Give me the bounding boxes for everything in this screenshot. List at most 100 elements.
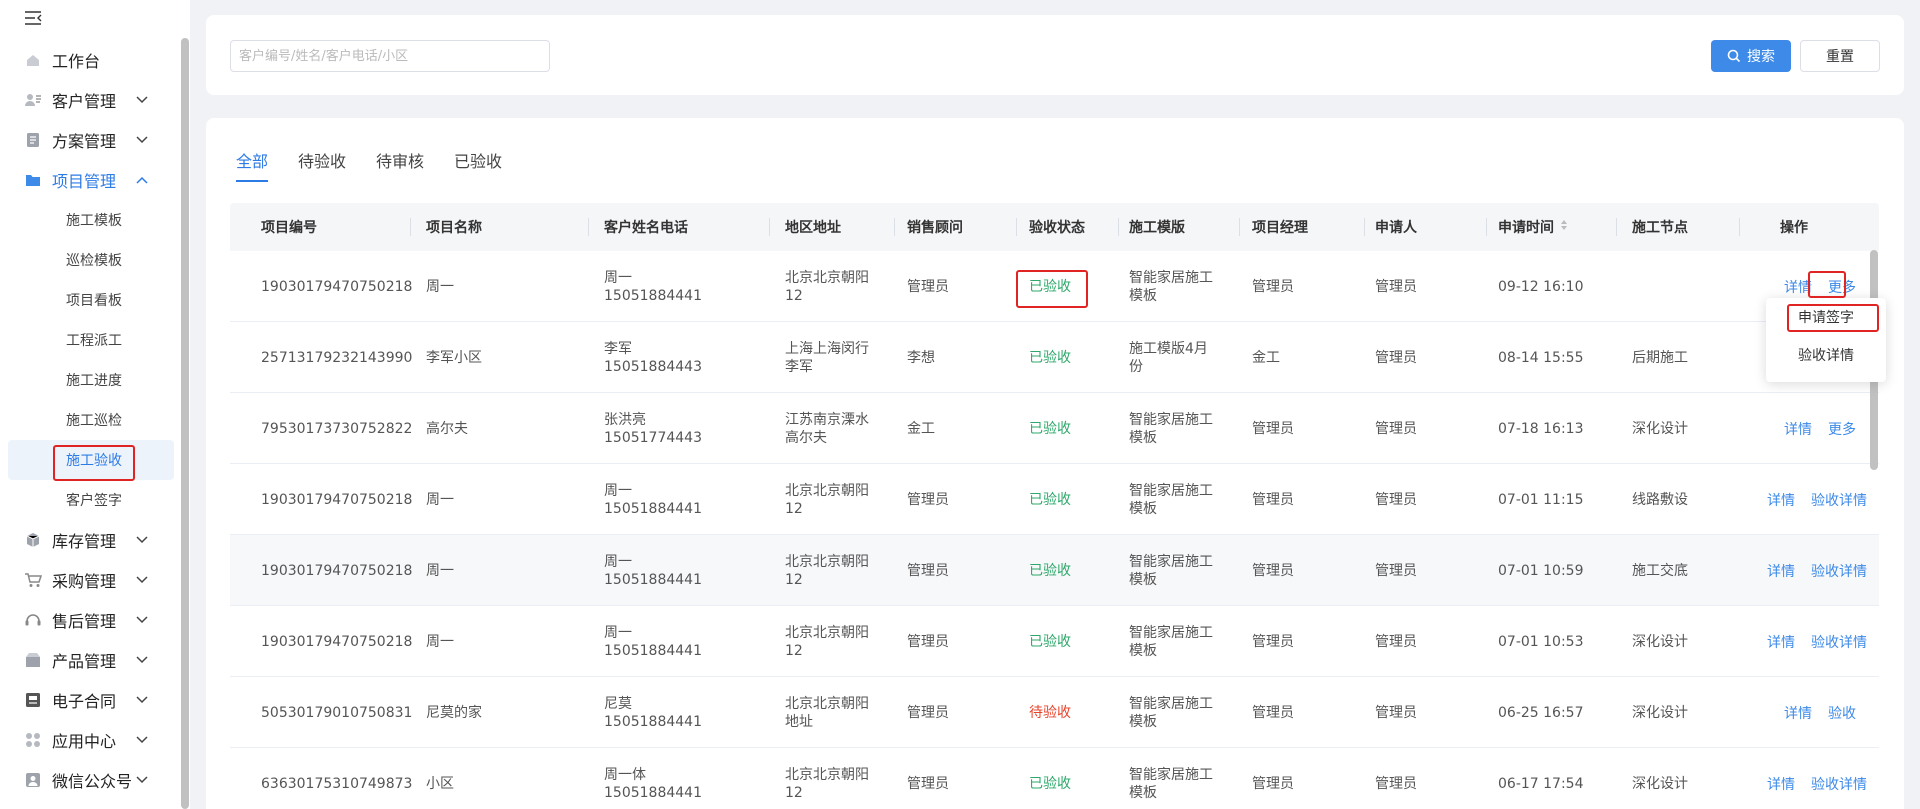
- cell-manager: 管理员: [1252, 278, 1294, 295]
- sidebar-item-9[interactable]: 应用中心: [0, 720, 180, 760]
- inventory-icon: [24, 531, 42, 549]
- action-link[interactable]: 验收详情: [1811, 774, 1867, 794]
- cell-template-line: 模板: [1129, 642, 1157, 659]
- tab-2[interactable]: 待审核: [376, 148, 424, 182]
- cell-customer: 周一 15051884441: [604, 251, 702, 322]
- column-header-label: 客户姓名电话: [604, 220, 688, 236]
- column-divider[interactable]: [1486, 218, 1487, 236]
- sidebar-item-5[interactable]: 采购管理: [0, 560, 180, 600]
- column-header-label: 操作: [1780, 220, 1808, 236]
- table-header: 项目编号 项目名称 客户姓名电话 地区地址 销售顾问 验收状态 施工模版 项目经理 申请人 申请时…: [230, 203, 1879, 251]
- detail-link[interactable]: 详情: [1767, 632, 1795, 652]
- chevron-down-icon: [134, 92, 150, 108]
- column-divider[interactable]: [1616, 218, 1617, 236]
- cell-manager: 金工: [1252, 349, 1280, 366]
- sidebar-subitem-2[interactable]: 项目看板: [0, 280, 180, 320]
- sidebar-scrollbar[interactable]: [181, 38, 189, 809]
- cell-status: 已验收: [1029, 562, 1071, 579]
- detail-link[interactable]: 详情: [1784, 419, 1812, 439]
- dropdown-item-apply-sign[interactable]: 申请签字: [1766, 298, 1886, 336]
- sidebar-subitem-6[interactable]: 施工验收: [8, 440, 174, 480]
- column-divider[interactable]: [410, 218, 411, 236]
- action-link[interactable]: 更多: [1828, 419, 1856, 439]
- cell-address-line: 12: [785, 287, 803, 304]
- cell-address-line: 李军: [785, 358, 813, 375]
- cell-project-name: 周一: [426, 562, 454, 579]
- dropdown-item-acceptance-detail[interactable]: 验收详情: [1766, 336, 1886, 374]
- column-divider[interactable]: [1739, 218, 1740, 236]
- sidebar-item-4[interactable]: 库存管理: [0, 520, 180, 560]
- cell-template-line: 模板: [1129, 500, 1157, 517]
- status-tabs: 全部 待验收 待审核 已验收: [236, 148, 532, 182]
- tab-0[interactable]: 全部: [236, 148, 269, 182]
- column-divider[interactable]: [894, 218, 895, 236]
- column-divider[interactable]: [1239, 218, 1240, 236]
- sidebar-subitem-4[interactable]: 施工进度: [0, 360, 180, 400]
- detail-link[interactable]: 详情: [1767, 490, 1795, 510]
- sidebar-item-label: 采购管理: [52, 572, 117, 591]
- sidebar-item-10[interactable]: 微信公众号: [0, 760, 180, 800]
- menu-collapse-icon[interactable]: [24, 10, 46, 30]
- column-divider[interactable]: [1364, 218, 1365, 236]
- sidebar-item-8[interactable]: 电子合同: [0, 680, 180, 720]
- action-link[interactable]: 更多: [1828, 277, 1856, 297]
- action-link[interactable]: 验收: [1828, 703, 1856, 723]
- column-header-10: 施工节点: [1632, 203, 1688, 251]
- tab-3[interactable]: 已验收: [454, 148, 502, 182]
- search-card: 搜索 重置: [206, 15, 1904, 95]
- cell-sales: 管理员: [907, 562, 949, 579]
- search-icon: [1727, 49, 1741, 63]
- column-divider[interactable]: [1016, 218, 1017, 236]
- detail-link[interactable]: 详情: [1767, 561, 1795, 581]
- sidebar-item-0[interactable]: 工作台: [0, 40, 180, 80]
- sidebar-item-6[interactable]: 售后管理: [0, 600, 180, 640]
- sort-icon[interactable]: [1560, 219, 1568, 235]
- cell-project-name: 尼莫的家: [426, 704, 482, 721]
- cell-project-id: 19030179470750218: [261, 278, 413, 295]
- column-header-9[interactable]: 申请时间: [1498, 203, 1568, 251]
- sidebar-subitem-3[interactable]: 工程派工: [0, 320, 180, 360]
- tab-1[interactable]: 待验收: [298, 148, 346, 182]
- sidebar-subitem-5[interactable]: 施工巡检: [0, 400, 180, 440]
- sidebar-item-1[interactable]: 客户管理: [0, 80, 180, 120]
- sidebar-item-3[interactable]: 项目管理: [0, 160, 180, 200]
- action-link[interactable]: 验收详情: [1811, 632, 1867, 652]
- sidebar-menu: 工作台 客户管理 方案管理 项目管理 施工模板 巡检模板 项目看板 工程派工 施工进度 施工巡检施…: [0, 40, 180, 800]
- column-header-3: 地区地址: [785, 203, 841, 251]
- reset-button[interactable]: 重置: [1800, 40, 1880, 72]
- chevron-down-icon: [134, 652, 150, 668]
- column-divider[interactable]: [769, 218, 770, 236]
- detail-link[interactable]: 详情: [1784, 703, 1812, 723]
- sidebar-subitem-0[interactable]: 施工模板: [0, 200, 180, 240]
- cell-operations: 详情 验收详情: [1757, 535, 1877, 606]
- column-header-label: 项目经理: [1252, 220, 1308, 236]
- search-input[interactable]: [230, 40, 550, 72]
- contract-icon: [24, 691, 42, 709]
- sidebar-subitem-1[interactable]: 巡检模板: [0, 240, 180, 280]
- cell-customer-line: 张洪亮: [604, 411, 646, 428]
- cell-address: 北京北京朝阳 12: [785, 606, 869, 677]
- cell-customer-line: 周一体: [604, 766, 646, 783]
- column-header-label: 项目名称: [426, 220, 482, 236]
- action-link[interactable]: 验收详情: [1811, 561, 1867, 581]
- sidebar-item-7[interactable]: 产品管理: [0, 640, 180, 680]
- column-divider[interactable]: [588, 218, 589, 236]
- cell-status: 已验收: [1029, 491, 1071, 508]
- cell-template: 智能家居施工 模板: [1129, 606, 1213, 677]
- cell-customer: 李军 15051884443: [604, 322, 702, 393]
- cell-customer-line: 李军: [604, 340, 632, 357]
- action-link[interactable]: 验收详情: [1811, 490, 1867, 510]
- cell-customer-line: 15051884441: [604, 784, 702, 801]
- sidebar-item-2[interactable]: 方案管理: [0, 120, 180, 160]
- customer-icon: [24, 91, 42, 109]
- column-divider[interactable]: [1118, 218, 1119, 236]
- sidebar-subitem-7[interactable]: 客户签字: [0, 480, 180, 520]
- detail-link[interactable]: 详情: [1784, 277, 1812, 297]
- chevron-down-icon: [134, 572, 150, 588]
- cell-sales: 管理员: [907, 704, 949, 721]
- detail-link[interactable]: 详情: [1767, 774, 1795, 794]
- cell-time: 07-01 11:15: [1498, 491, 1584, 508]
- search-button[interactable]: 搜索: [1711, 40, 1791, 72]
- cell-sales: 管理员: [907, 775, 949, 792]
- cell-template-line: 智能家居施工: [1129, 624, 1213, 641]
